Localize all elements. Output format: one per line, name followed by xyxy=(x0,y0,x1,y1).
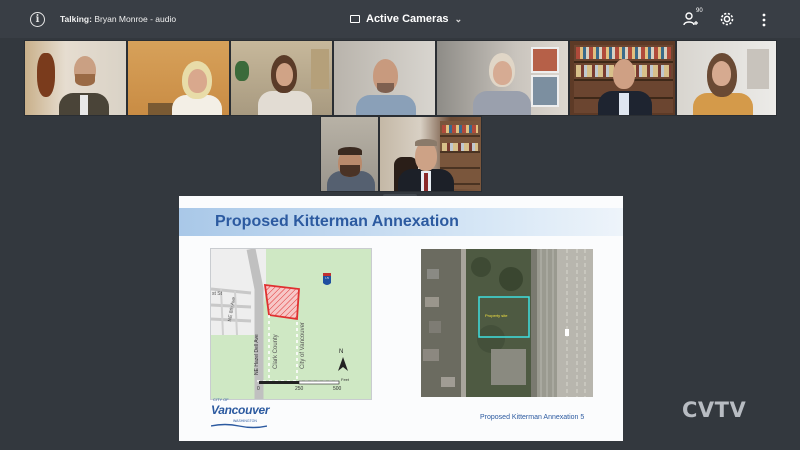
talking-indicator: Talking: Bryan Monroe - audio xyxy=(60,14,176,24)
video-tile[interactable] xyxy=(379,116,482,192)
annexation-map: st St NE 8th Ave NE Hazel Dell Ave Clark… xyxy=(210,248,372,400)
participants-button[interactable]: 90 xyxy=(683,8,707,28)
slide-footer: Proposed Kitterman Annexation 5 xyxy=(480,414,585,421)
info-icon[interactable]: i xyxy=(30,12,45,27)
map-label-city: City of Vancouver xyxy=(300,322,306,369)
map-label-street-st: st St xyxy=(212,291,223,297)
logo-wave-icon xyxy=(211,423,267,429)
video-tile[interactable] xyxy=(333,40,436,116)
aerial-site-label: Property site xyxy=(485,313,508,318)
view-mode-label: Active Cameras xyxy=(366,13,449,25)
aerial-photo: Property site xyxy=(421,249,593,397)
talking-value: Bryan Monroe - audio xyxy=(94,14,177,24)
city-logo: CITY OF Vancouver WASHINGTON xyxy=(211,397,270,429)
camera-icon xyxy=(350,15,360,23)
logo-text: Vancouver xyxy=(211,403,270,417)
scale-500: 500 xyxy=(333,386,342,392)
participants-icon xyxy=(683,12,698,26)
view-mode-dropdown[interactable]: Active Cameras ⌄ xyxy=(350,11,462,27)
video-tile[interactable] xyxy=(127,40,230,116)
map-label-hazel: NE Hazel Dell Ave xyxy=(254,334,260,375)
participant-count: 90 xyxy=(696,8,703,14)
gear-icon[interactable] xyxy=(719,11,735,27)
more-vertical-icon[interactable] xyxy=(760,12,768,28)
video-tile[interactable] xyxy=(230,40,333,116)
logo-small-text: CITY OF xyxy=(213,397,229,402)
shared-slide: Proposed Kitterman Annexation st St NE 8… xyxy=(179,196,623,441)
scale-unit: Feet xyxy=(341,377,350,382)
talking-label: Talking: xyxy=(60,14,92,24)
map-label-clark: Clark County xyxy=(273,334,279,369)
video-tile[interactable] xyxy=(569,40,676,116)
aerial-graphic xyxy=(421,249,593,397)
cvtv-watermark: CVTV xyxy=(682,398,747,422)
highway-shield-label: I-5 xyxy=(325,276,329,280)
video-tile[interactable] xyxy=(24,40,127,116)
video-tile[interactable] xyxy=(320,116,379,192)
scale-0: 0 xyxy=(257,386,260,392)
north-label: N xyxy=(339,349,344,355)
video-tile[interactable] xyxy=(676,40,777,116)
video-tile[interactable] xyxy=(436,40,569,116)
meeting-toolbar: i Talking: Bryan Monroe - audio Active C… xyxy=(0,0,800,38)
slide-title: Proposed Kitterman Annexation xyxy=(215,213,459,230)
chevron-down-icon: ⌄ xyxy=(454,13,463,24)
scale-250: 250 xyxy=(295,386,304,392)
